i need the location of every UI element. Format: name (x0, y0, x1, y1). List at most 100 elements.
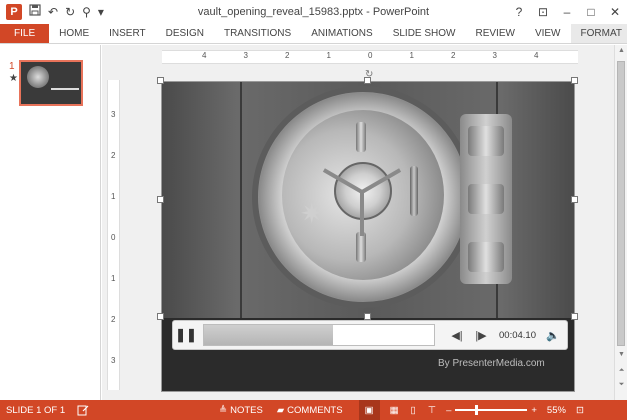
powerpoint-logo-icon: P (6, 4, 22, 20)
reading-view-icon: ▯ (410, 404, 416, 416)
ruler-tick-label: 1 (409, 51, 414, 60)
close-button[interactable]: ✕ (603, 5, 627, 19)
zoom-slider[interactable] (455, 405, 528, 415)
present-from-start-icon[interactable]: ⚲ (82, 0, 91, 24)
vault-hinge (460, 114, 512, 284)
previous-slide-icon[interactable]: ⏶ (615, 367, 627, 375)
horizontal-ruler: 4 3 2 1 0 1 2 3 4 (162, 50, 578, 64)
save-icon[interactable] (29, 0, 41, 24)
ruler-tick-label: 2 (451, 51, 456, 60)
comments-button[interactable]: ▰ COMMENTS (277, 405, 343, 416)
scroll-down-icon[interactable]: ▼ (615, 351, 627, 358)
undo-icon[interactable]: ↶ (48, 0, 58, 24)
zoom-slider-knob[interactable] (475, 405, 479, 415)
tab-design[interactable]: DESIGN (156, 24, 214, 43)
slide-counter: SLIDE 1 OF 1 (6, 404, 66, 416)
resize-handle[interactable] (571, 313, 578, 320)
spell-check-icon[interactable] (77, 404, 89, 416)
vault-dial-icon: ✷ (300, 198, 324, 229)
volume-icon[interactable]: 🔈 (541, 329, 565, 342)
resize-handle[interactable] (571, 196, 578, 203)
hinge-knob (468, 126, 504, 156)
vault-bolt (356, 232, 366, 262)
presentermedia-watermark: By PresenterMedia.com (438, 358, 545, 369)
slide-thumbnail[interactable] (19, 60, 83, 106)
status-bar: SLIDE 1 OF 1 ≜ NOTES ▰ COMMENTS ▣ ▦ ▯ ⊤ … (0, 400, 627, 420)
vault-bolt-bar (410, 166, 418, 216)
redo-icon[interactable]: ↻ (65, 0, 75, 24)
minimize-button[interactable]: – (555, 5, 579, 19)
vault-spoke (360, 192, 364, 236)
ruler-tick-label: 3 (492, 51, 497, 60)
hinge-knob (468, 184, 504, 214)
thumbnail-vault-image (27, 66, 49, 88)
tab-animations[interactable]: ANIMATIONS (301, 24, 382, 43)
tab-home[interactable]: HOME (49, 24, 99, 43)
ruler-tick-label: 4 (202, 51, 207, 60)
resize-handle[interactable] (157, 77, 164, 84)
thumbnail-text-line (51, 88, 79, 90)
slide-sorter-button[interactable]: ▦ (390, 405, 399, 416)
reading-view-button[interactable]: ▯ (411, 405, 416, 416)
ruler-tick-label: 2 (111, 315, 116, 324)
powerpoint-window: P ↶ ↻ ⚲ ▾ vault_opening_reveal_15983.ppt… (0, 0, 627, 420)
normal-view-button[interactable]: ▣ (358, 400, 380, 420)
tab-file[interactable]: FILE (0, 24, 50, 43)
scrollbar-thumb[interactable] (617, 61, 625, 346)
tab-transitions[interactable]: TRANSITIONS (214, 24, 301, 43)
notes-button[interactable]: ≜ NOTES (219, 405, 263, 416)
tab-format[interactable]: FORMAT (570, 24, 627, 43)
ruler-tick-label: 3 (111, 356, 116, 365)
ruler-tick-label: 2 (285, 51, 290, 60)
resize-handle[interactable] (157, 313, 164, 320)
resize-handle[interactable] (364, 313, 371, 320)
ruler-tick-label: 3 (243, 51, 248, 60)
tab-review[interactable]: REVIEW (465, 24, 524, 43)
vault-bolt (356, 122, 366, 152)
slide-show-button[interactable]: ⊤ (428, 405, 436, 416)
resize-handle[interactable] (571, 77, 578, 84)
customize-icon[interactable]: ▾ (98, 0, 104, 24)
resize-handle[interactable] (157, 196, 164, 203)
window-controls: ? ⊡ – □ ✕ (507, 0, 627, 24)
hinge-knob (468, 242, 504, 272)
scroll-up-icon[interactable]: ▲ (615, 47, 627, 54)
next-slide-icon[interactable]: ⏷ (615, 381, 627, 389)
wall-seam (240, 82, 242, 318)
move-back-button[interactable]: ◀| (445, 329, 469, 342)
slide-thumbnail-pane: 1 ★ (0, 45, 101, 400)
fit-slide-icon[interactable]: ⊡ (576, 405, 584, 416)
help-icon[interactable]: ? (507, 5, 531, 19)
comments-label: COMMENTS (287, 404, 343, 416)
animation-star-icon: ★ (9, 73, 18, 84)
zoom-in-button[interactable]: + (531, 405, 537, 416)
slide-editor: 432101234 3210123 ✷ ❚❚ ◀| |▶ 00:04.10 🔈 … (102, 45, 614, 400)
media-time: 00:04.10 (499, 329, 536, 341)
pause-button[interactable]: ❚❚ (173, 327, 199, 343)
notes-label: NOTES (230, 404, 263, 416)
vertical-scrollbar[interactable]: ▲ ▼ ⏶ ⏷ (614, 45, 627, 400)
rotate-handle-icon[interactable]: ↻ (365, 69, 373, 80)
title-bar: P ↶ ↻ ⚲ ▾ vault_opening_reveal_15983.ppt… (0, 0, 627, 24)
ruler-tick-label: 0 (368, 51, 373, 60)
zoom-level[interactable]: 55% (547, 405, 566, 416)
media-progress-fill (204, 325, 333, 345)
zoom-out-button[interactable]: – (446, 405, 451, 416)
ribbon-display-icon[interactable]: ⊡ (531, 5, 555, 19)
ruler-tick-label: 1 (111, 274, 116, 283)
restore-button[interactable]: □ (579, 5, 603, 19)
quick-access-toolbar: P ↶ ↻ ⚲ ▾ (0, 0, 104, 24)
media-progress-bar[interactable] (203, 324, 435, 346)
slide-number: 1 (9, 61, 15, 72)
ruler-tick-label: 0 (111, 233, 116, 242)
comments-icon: ▰ (276, 404, 285, 416)
slide-canvas[interactable]: ✷ ❚❚ ◀| |▶ 00:04.10 🔈 By PresenterMedia.… (161, 81, 575, 392)
move-forward-button[interactable]: |▶ (469, 329, 493, 342)
ribbon-tabs: FILE HOME INSERT DESIGN TRANSITIONS ANIM… (0, 24, 627, 44)
tab-insert[interactable]: INSERT (99, 24, 156, 43)
media-controls: ❚❚ ◀| |▶ 00:04.10 🔈 (172, 320, 568, 350)
ruler-tick-label: 1 (326, 51, 331, 60)
tab-slide-show[interactable]: SLIDE SHOW (383, 24, 466, 43)
tab-view[interactable]: VIEW (525, 24, 571, 43)
vertical-ruler: 3 2 1 0 1 2 3 (107, 80, 120, 390)
